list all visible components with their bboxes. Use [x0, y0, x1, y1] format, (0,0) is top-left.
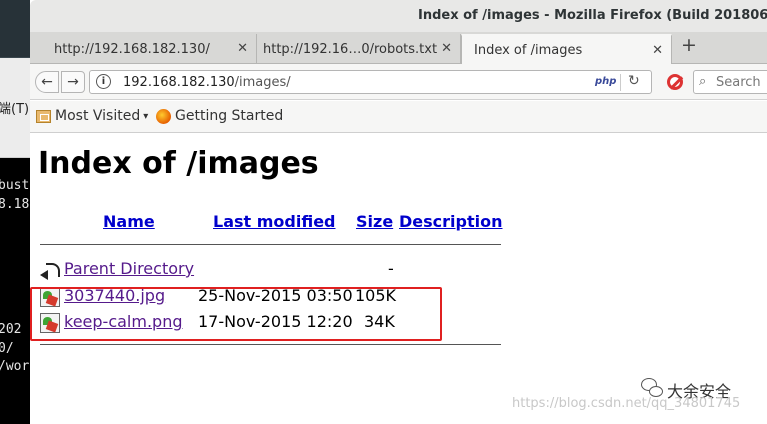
php-badge-icon: php: [595, 76, 617, 87]
tab-label: Index of /images: [474, 43, 583, 58]
terminal-line: 8.18: [0, 197, 30, 212]
search-bar[interactable]: ⌕: [693, 70, 767, 94]
firefox-window: Index of /images - Mozilla Firefox (Buil…: [30, 0, 767, 424]
divider: [40, 244, 501, 245]
url-separator: [620, 74, 621, 91]
window-titlebar[interactable]: Index of /images - Mozilla Firefox (Buil…: [30, 0, 767, 32]
bookmark-most-visited[interactable]: Most Visited ▾: [36, 108, 148, 124]
close-icon[interactable]: ✕: [652, 43, 663, 58]
search-icon: ⌕: [699, 74, 707, 89]
chevron-down-icon: ▾: [143, 110, 149, 122]
red-highlight-box: [30, 287, 442, 341]
url-text[interactable]: 192.168.182.130/images/: [123, 75, 291, 90]
parent-directory-link[interactable]: Parent Directory: [64, 259, 194, 278]
tab-robots[interactable]: http://192.16…0/robots.txt ✕: [251, 34, 461, 64]
back-button[interactable]: ←: [35, 71, 59, 93]
window-title: Index of /images - Mozilla Firefox (Buil…: [418, 8, 767, 23]
background-titlebar: [0, 0, 30, 58]
terminal-line: bust: [0, 178, 30, 193]
page-content: Index of /images Name Last modified Size…: [30, 134, 767, 424]
new-tab-plus-icon[interactable]: +: [681, 34, 697, 56]
site-info-icon[interactable]: i: [96, 74, 111, 89]
forward-arrow-icon: →: [67, 74, 79, 90]
navigation-toolbar: ← → i 192.168.182.130/images/ php ↻ ⌕: [30, 64, 767, 100]
column-name-link[interactable]: Name: [103, 212, 155, 231]
terminal-line: /wor: [0, 359, 30, 374]
column-description-link[interactable]: Description: [399, 212, 502, 231]
terminal-line: 202: [0, 322, 22, 337]
url-bar[interactable]: i 192.168.182.130/images/ php ↻: [89, 70, 652, 94]
bookmark-label: Getting Started: [175, 108, 284, 124]
tab-images-active[interactable]: Index of /images ✕: [461, 34, 672, 65]
url-host: 192.168.182.130: [123, 75, 235, 90]
parent-directory-icon: [40, 260, 60, 280]
bookmark-label: Most Visited: [55, 108, 141, 124]
search-input[interactable]: [716, 73, 767, 91]
background-terminal-window: 端(T) bust 8.18 202 0/ /wor: [0, 0, 30, 424]
file-size: -: [388, 259, 394, 278]
back-arrow-icon: ←: [41, 74, 53, 90]
column-last-modified-link[interactable]: Last modified: [213, 212, 336, 231]
tab-label: http://192.168.182.130/: [54, 41, 210, 57]
close-icon[interactable]: ✕: [237, 41, 248, 56]
background-terminal: bust 8.18 202 0/ /wor: [0, 158, 30, 424]
folder-icon: [36, 109, 51, 123]
url-path: /images/: [234, 75, 291, 90]
noscript-icon[interactable]: [667, 74, 683, 90]
terminal-line: 0/: [0, 341, 14, 356]
tab-bar: http://192.168.182.130/ ✕ http://192.16……: [30, 32, 767, 65]
tab-home[interactable]: http://192.168.182.130/ ✕: [42, 34, 257, 64]
bookmarks-toolbar: Most Visited ▾ Getting Started: [30, 101, 767, 133]
divider: [40, 344, 501, 345]
reload-icon[interactable]: ↻: [628, 73, 640, 89]
list-item: Parent Directory -: [40, 259, 510, 281]
column-size-link[interactable]: Size: [356, 212, 393, 231]
close-icon[interactable]: ✕: [441, 41, 452, 56]
tab-label: http://192.16…0/robots.txt: [263, 41, 438, 57]
bookmark-getting-started[interactable]: Getting Started: [156, 108, 283, 124]
background-menu-item: 端(T): [0, 102, 30, 117]
background-menubar: 端(T): [0, 58, 30, 158]
watermark-url: https://blog.csdn.net/qq_34801745: [512, 396, 741, 411]
forward-button[interactable]: →: [61, 71, 85, 93]
firefox-icon: [156, 108, 171, 124]
page-title: Index of /images: [38, 146, 319, 181]
